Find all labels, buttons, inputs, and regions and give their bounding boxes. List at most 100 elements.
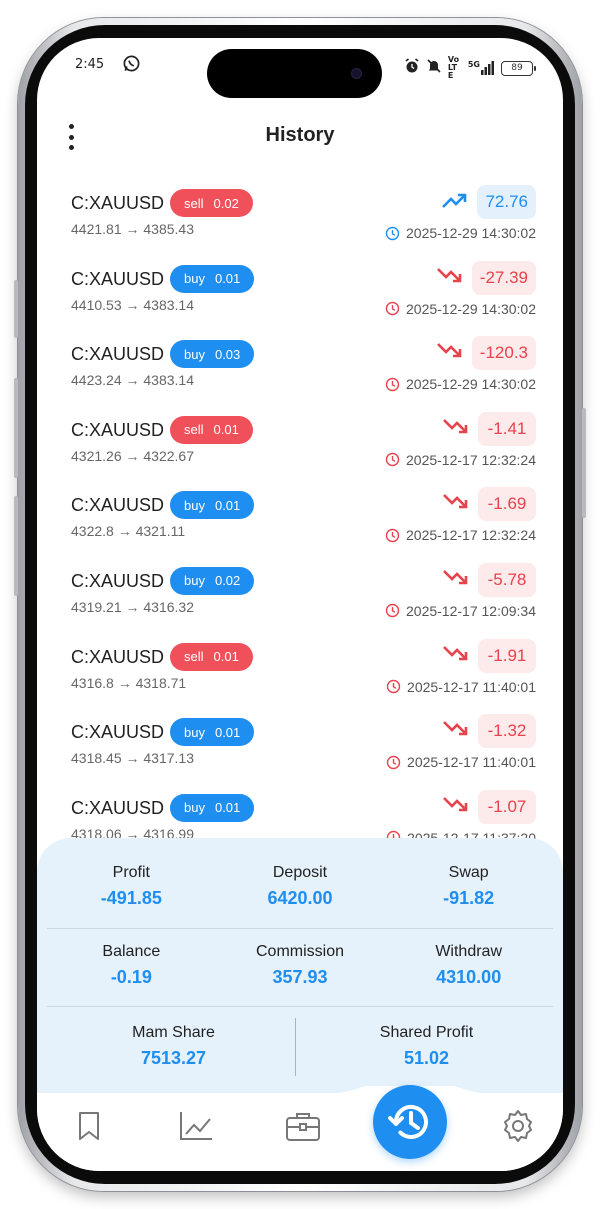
side-label: buy xyxy=(184,346,205,362)
swap-stat: Swap -91.82 xyxy=(384,864,553,909)
trade-history-list[interactable]: C:XAUUSD sell 0.02 4421.81 → 4385.43 72.76 20… xyxy=(37,183,563,863)
trade-symbol: C:XAUUSD xyxy=(71,193,165,213)
trade-row[interactable]: C:XAUUSD sell 0.01 4316.8 → 4318.71 -1.91 202… xyxy=(37,637,563,713)
lot-size: 0.01 xyxy=(214,271,241,287)
price-range: 4316.8 → 4318.71 xyxy=(71,674,187,691)
lot-size: 0.01 xyxy=(214,724,241,740)
trend-up-icon xyxy=(441,191,467,213)
side-badge: sell 0.02 xyxy=(170,189,253,217)
trade-symbol: C:XAUUSD xyxy=(71,419,165,440)
briefcase-icon[interactable] xyxy=(285,1108,321,1144)
bottom-nav xyxy=(37,1085,563,1171)
trend-down-icon xyxy=(442,645,468,667)
trade-row[interactable]: C:XAUUSD sell 0.02 4421.81 → 4385.43 72.76 20… xyxy=(37,183,563,259)
clock-icon xyxy=(385,453,400,467)
price-range: 4423.24 → 4383.14 xyxy=(71,372,194,389)
summary-row: Mam Share 7513.27 Shared Profit 51.02 xyxy=(47,1024,553,1069)
trend-down-icon xyxy=(442,569,468,591)
trade-symbol: C:XAUUSD xyxy=(71,722,165,743)
history-icon[interactable] xyxy=(373,1085,447,1159)
summary-row: Balance -0.19 Commission 357.93 Withdraw… xyxy=(47,943,553,988)
trade-row[interactable]: C:XAUUSD sell 0.01 4321.26 → 4322.67 -1.41 20… xyxy=(37,410,563,486)
balance-stat: Balance -0.19 xyxy=(47,943,216,988)
summary-row: Profit -491.85 Deposit 6420.00 Swap -91.… xyxy=(47,864,553,909)
side-label: buy xyxy=(184,800,205,816)
profit-stat: Profit -491.85 xyxy=(47,864,216,909)
divider xyxy=(47,1006,553,1007)
stat-value: 51.02 xyxy=(403,1048,450,1068)
stat-value: -0.19 xyxy=(110,967,152,987)
chart-line-icon[interactable] xyxy=(178,1108,214,1144)
trend-down-icon xyxy=(436,267,462,289)
side-badge: buy 0.01 xyxy=(170,264,255,293)
bookmark-icon[interactable] xyxy=(71,1108,107,1144)
profit-loss-value: -1.91 xyxy=(478,638,536,673)
stat-value: 7513.27 xyxy=(140,1048,207,1068)
side-badge: sell 0.01 xyxy=(170,415,253,444)
lot-size: 0.01 xyxy=(213,422,239,438)
mam-share-stat: Mam Share 7513.27 xyxy=(47,1024,300,1069)
price-range: 4321.26 → 4322.67 xyxy=(71,447,194,464)
profit-loss-value: -27.39 xyxy=(471,260,536,295)
side-label: buy xyxy=(184,271,205,287)
profit-loss-value: -1.07 xyxy=(478,789,536,824)
divider-vertical xyxy=(295,1018,296,1076)
clock-icon xyxy=(385,604,400,618)
profit-loss-value: 72.76 xyxy=(477,185,536,219)
side-badge: sell 0.01 xyxy=(170,642,253,671)
stat-value: 357.93 xyxy=(272,967,328,987)
stat-label: Withdraw xyxy=(435,943,503,960)
trade-timestamp: 2025-12-17 11:40:01 xyxy=(386,679,536,695)
stat-value: 4310.00 xyxy=(436,967,502,987)
profit-loss-value: -120.3 xyxy=(471,336,536,371)
side-label: buy xyxy=(184,497,205,513)
trade-timestamp: 2025-12-17 12:32:24 xyxy=(385,527,536,543)
trade-symbol: C:XAUUSD xyxy=(71,495,165,516)
lot-size: 0.02 xyxy=(213,195,239,211)
trade-row[interactable]: C:XAUUSD buy 0.01 4410.53 → 4383.14 -27.39 20… xyxy=(37,259,563,335)
clock-icon xyxy=(386,679,401,694)
side-label: buy xyxy=(184,724,205,740)
profit-loss-value: -5.78 xyxy=(478,562,536,597)
settings-icon[interactable] xyxy=(500,1108,536,1144)
clock-icon xyxy=(385,301,400,316)
trade-row[interactable]: C:XAUUSD buy 0.03 4423.24 → 4383.14 -120.3 20… xyxy=(37,334,563,410)
commission-stat: Commission 357.93 xyxy=(216,943,385,988)
stat-label: Mam Share xyxy=(132,1024,215,1041)
timestamp-text: 2025-12-17 12:32:24 xyxy=(406,451,536,468)
timestamp-text: 2025-12-17 12:32:24 xyxy=(406,527,536,544)
lot-size: 0.01 xyxy=(214,497,241,513)
price-range: 4319.21 → 4316.32 xyxy=(71,598,194,615)
timestamp-text: 2025-12-29 14:30:02 xyxy=(406,376,536,393)
side-button xyxy=(14,378,18,478)
signal-icon: 5G xyxy=(468,61,495,75)
stat-label: Deposit xyxy=(272,864,328,881)
trade-timestamp: 2025-12-29 14:30:02 xyxy=(385,301,536,317)
whatsapp-icon xyxy=(122,54,141,77)
trade-timestamp: 2025-12-29 14:30:02 xyxy=(385,376,536,392)
trade-symbol: C:XAUUSD xyxy=(71,570,165,591)
clock-icon xyxy=(385,528,400,543)
price-range: 4410.53 → 4383.14 xyxy=(71,296,194,313)
status-icons: Vo LTE 5G 89 xyxy=(404,56,536,80)
side-badge: buy 0.01 xyxy=(170,491,255,520)
trade-row[interactable]: C:XAUUSD buy 0.01 4322.8 → 4321.11 -1.69 2025… xyxy=(37,485,563,561)
trade-timestamp: 2025-12-17 12:09:34 xyxy=(385,603,536,619)
profit-loss-value: -1.69 xyxy=(478,487,536,522)
trade-row[interactable]: C:XAUUSD buy 0.01 4318.45 → 4317.13 -1.32 202… xyxy=(37,712,563,788)
mute-icon xyxy=(426,58,442,78)
price-range: 4421.81 → 4385.43 xyxy=(71,221,194,237)
clock-icon xyxy=(385,377,400,391)
stat-label: Shared Profit xyxy=(379,1024,474,1041)
side-badge: buy 0.01 xyxy=(170,793,255,822)
trade-row[interactable]: C:XAUUSD buy 0.02 4319.21 → 4316.32 -5.78 202… xyxy=(37,561,563,637)
withdraw-stat: Withdraw 4310.00 xyxy=(384,943,553,988)
power-button xyxy=(582,408,586,518)
screen: 2:45 Vo LTE 5G 89 History C:XAUUSD sell 0.… xyxy=(37,38,563,1171)
alarm-icon xyxy=(404,58,420,78)
trade-symbol: C:XAUUSD xyxy=(71,646,165,667)
trade-timestamp: 2025-12-29 14:30:02 xyxy=(385,225,536,241)
shared-profit-stat: Shared Profit 51.02 xyxy=(300,1024,553,1069)
price-range: 4318.45 → 4317.13 xyxy=(71,750,194,767)
timestamp-text: 2025-12-29 14:30:02 xyxy=(406,300,536,317)
